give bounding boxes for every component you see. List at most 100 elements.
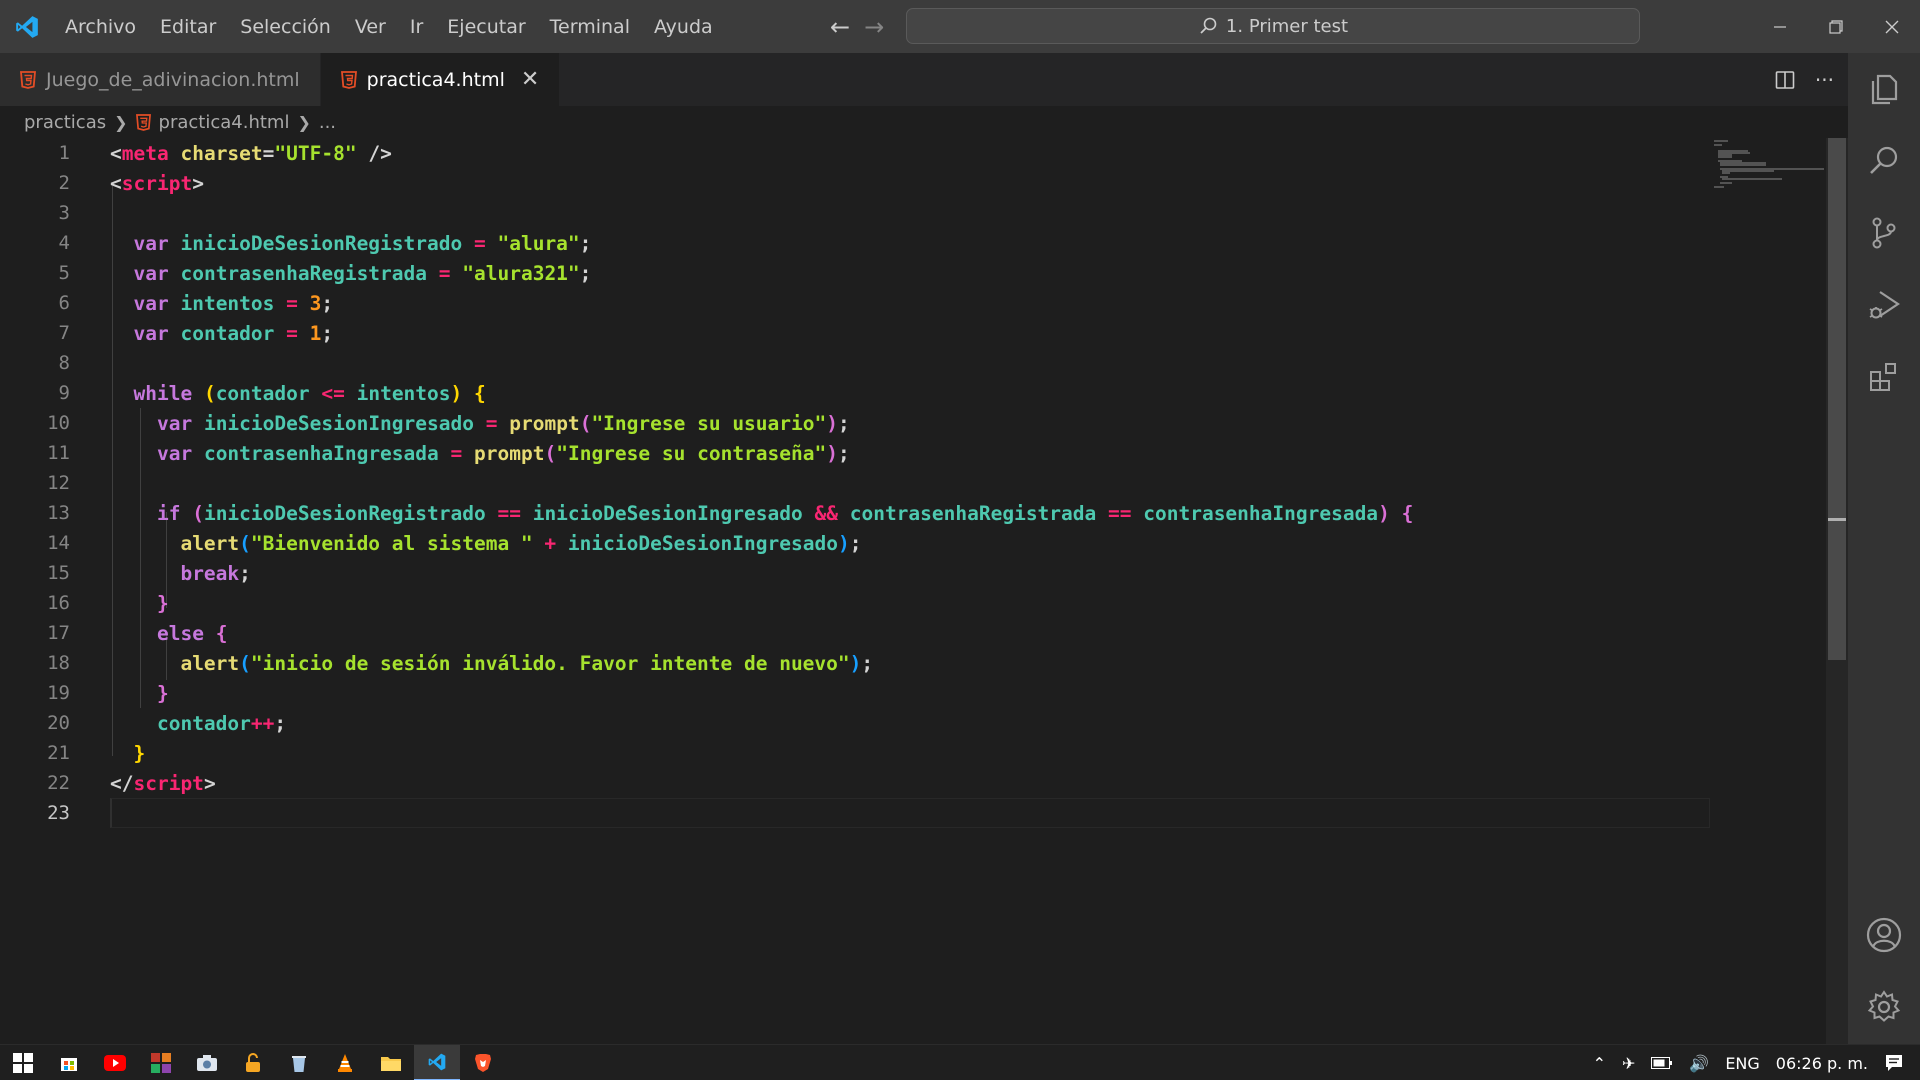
menu-bar: Archivo Editar Selección Ver Ir Ejecutar… bbox=[53, 0, 725, 53]
menu-ejecutar[interactable]: Ejecutar bbox=[435, 0, 537, 53]
code-line[interactable]: 23 bbox=[0, 798, 1710, 828]
code-line[interactable]: 1 <meta charset="UTF-8" /> bbox=[0, 138, 1710, 168]
menu-archivo[interactable]: Archivo bbox=[53, 0, 148, 53]
calculator-app-icon[interactable] bbox=[138, 1045, 184, 1080]
tab-practica4[interactable]: practica4.html ✕ bbox=[320, 53, 561, 106]
code-line[interactable]: 20 contador++; bbox=[0, 708, 1710, 738]
code-line[interactable]: 17 else { bbox=[0, 618, 1710, 648]
chevron-up-icon[interactable]: ⌃ bbox=[1593, 1054, 1606, 1073]
file-explorer-icon[interactable] bbox=[368, 1045, 414, 1080]
vscode-taskbar-icon[interactable] bbox=[414, 1044, 460, 1080]
close-window-button[interactable] bbox=[1864, 0, 1920, 53]
youtube-icon[interactable] bbox=[92, 1045, 138, 1080]
forward-arrow-icon[interactable]: → bbox=[864, 13, 884, 41]
more-actions-icon[interactable]: ··· bbox=[1815, 68, 1834, 92]
volume-icon[interactable]: 🔊 bbox=[1689, 1054, 1709, 1073]
notification-icon[interactable] bbox=[1884, 1053, 1904, 1073]
breadcrumb-file[interactable]: practica4.html bbox=[159, 112, 290, 133]
source-control-icon[interactable] bbox=[1848, 197, 1920, 269]
code-token: "UTF-8" bbox=[274, 141, 357, 165]
vertical-scrollbar-thumb[interactable] bbox=[1828, 138, 1846, 660]
code-token: { bbox=[1401, 501, 1414, 525]
settings-gear-icon[interactable] bbox=[1848, 971, 1920, 1043]
code-line[interactable]: 8 bbox=[0, 348, 1710, 378]
code-token: ; bbox=[274, 711, 287, 735]
line-number: 15 bbox=[47, 562, 70, 584]
vlc-icon[interactable] bbox=[322, 1045, 368, 1080]
windows-start-icon[interactable] bbox=[0, 1045, 46, 1080]
code-line[interactable]: 3 bbox=[0, 198, 1710, 228]
code-token: intentos bbox=[180, 291, 275, 315]
close-icon[interactable]: ✕ bbox=[521, 67, 539, 92]
extensions-icon[interactable] bbox=[1848, 341, 1920, 413]
clock[interactable]: 06:26 p. m. bbox=[1776, 1054, 1868, 1073]
code-text: alert("Bienvenido al sistema " + inicioD… bbox=[110, 532, 861, 555]
minimap[interactable] bbox=[1714, 138, 1824, 188]
menu-editar[interactable]: Editar bbox=[148, 0, 228, 53]
brave-browser-icon[interactable] bbox=[460, 1045, 506, 1080]
code-line[interactable]: 22 </script> bbox=[0, 768, 1710, 798]
code-line[interactable]: 2 <script> bbox=[0, 168, 1710, 198]
code-line[interactable]: 12 bbox=[0, 468, 1710, 498]
code-line[interactable]: 15 break; bbox=[0, 558, 1710, 588]
code-text: var inicioDeSesionIngresado = prompt("In… bbox=[110, 412, 850, 435]
code-token: break bbox=[180, 561, 240, 585]
split-editor-icon[interactable] bbox=[1775, 70, 1795, 90]
breadcrumb-folder[interactable]: practicas bbox=[24, 112, 106, 133]
camera-app-icon[interactable] bbox=[184, 1045, 230, 1080]
command-center-search[interactable]: 1. Primer test bbox=[906, 8, 1640, 44]
code-line[interactable]: 13 if (inicioDeSesionRegistrado == inici… bbox=[0, 498, 1710, 528]
line-number: 11 bbox=[47, 442, 70, 464]
code-line[interactable]: 5 var contrasenhaRegistrada = "alura321"… bbox=[0, 258, 1710, 288]
code-line[interactable]: 14 alert("Bienvenido al sistema " + inic… bbox=[0, 528, 1710, 558]
code-line[interactable]: 4 var inicioDeSesionRegistrado = "alura"… bbox=[0, 228, 1710, 258]
line-number: 2 bbox=[58, 172, 70, 194]
microsoft-store-icon[interactable] bbox=[46, 1045, 92, 1080]
code-line[interactable]: 6 var intentos = 3; bbox=[0, 288, 1710, 318]
recycle-bin-icon[interactable] bbox=[276, 1045, 322, 1080]
breadcrumb-symbol[interactable]: ... bbox=[319, 112, 336, 133]
line-number: 8 bbox=[58, 352, 70, 374]
back-arrow-icon[interactable]: ← bbox=[830, 13, 850, 41]
vpn-lock-icon[interactable] bbox=[230, 1045, 276, 1080]
code-line[interactable]: 16 } bbox=[0, 588, 1710, 618]
search-icon bbox=[1200, 17, 1217, 34]
code-line[interactable]: 10 var inicioDeSesionIngresado = prompt(… bbox=[0, 408, 1710, 438]
explorer-icon[interactable] bbox=[1848, 53, 1920, 125]
battery-icon[interactable] bbox=[1651, 1057, 1673, 1069]
menu-ver[interactable]: Ver bbox=[343, 0, 398, 53]
code-line[interactable]: 21 } bbox=[0, 738, 1710, 768]
code-line[interactable]: 11 var contrasenhaIngresada = prompt("In… bbox=[0, 438, 1710, 468]
code-line[interactable]: 19 } bbox=[0, 678, 1710, 708]
menu-ayuda[interactable]: Ayuda bbox=[642, 0, 725, 53]
run-and-debug-icon[interactable] bbox=[1848, 269, 1920, 341]
code-token: var bbox=[133, 231, 169, 255]
restore-button[interactable] bbox=[1808, 0, 1864, 53]
code-text: var contrasenhaIngresada = prompt("Ingre… bbox=[110, 442, 850, 465]
minimize-button[interactable] bbox=[1752, 0, 1808, 53]
code-text: var intentos = 3; bbox=[110, 292, 333, 315]
language-indicator[interactable]: ENG bbox=[1725, 1054, 1759, 1073]
window-controls bbox=[1752, 0, 1920, 53]
code-text: } bbox=[110, 682, 169, 705]
code-token: { bbox=[215, 621, 228, 645]
airplane-mode-icon[interactable]: ✈ bbox=[1622, 1054, 1635, 1073]
line-number: 6 bbox=[58, 292, 70, 314]
code-line[interactable]: 18 alert("inicio de sesión inválido. Fav… bbox=[0, 648, 1710, 678]
account-icon[interactable] bbox=[1848, 899, 1920, 971]
line-number: 5 bbox=[58, 262, 70, 284]
search-icon[interactable] bbox=[1848, 125, 1920, 197]
code-editor[interactable]: 1 <meta charset="UTF-8" /> 2 <script> 3 4 var… bbox=[0, 138, 1848, 1044]
code-line[interactable]: 9 while (contador <= intentos) { bbox=[0, 378, 1710, 408]
tab-juego-de-adivinacion[interactable]: Juego_de_adivinacion.html bbox=[0, 53, 321, 106]
menu-terminal[interactable]: Terminal bbox=[538, 0, 642, 53]
menu-seleccion[interactable]: Selección bbox=[228, 0, 343, 53]
code-token: ( bbox=[544, 441, 557, 465]
code-line[interactable]: 7 var contador = 1; bbox=[0, 318, 1710, 348]
menu-ir[interactable]: Ir bbox=[398, 0, 435, 53]
line-number: 19 bbox=[47, 682, 70, 704]
